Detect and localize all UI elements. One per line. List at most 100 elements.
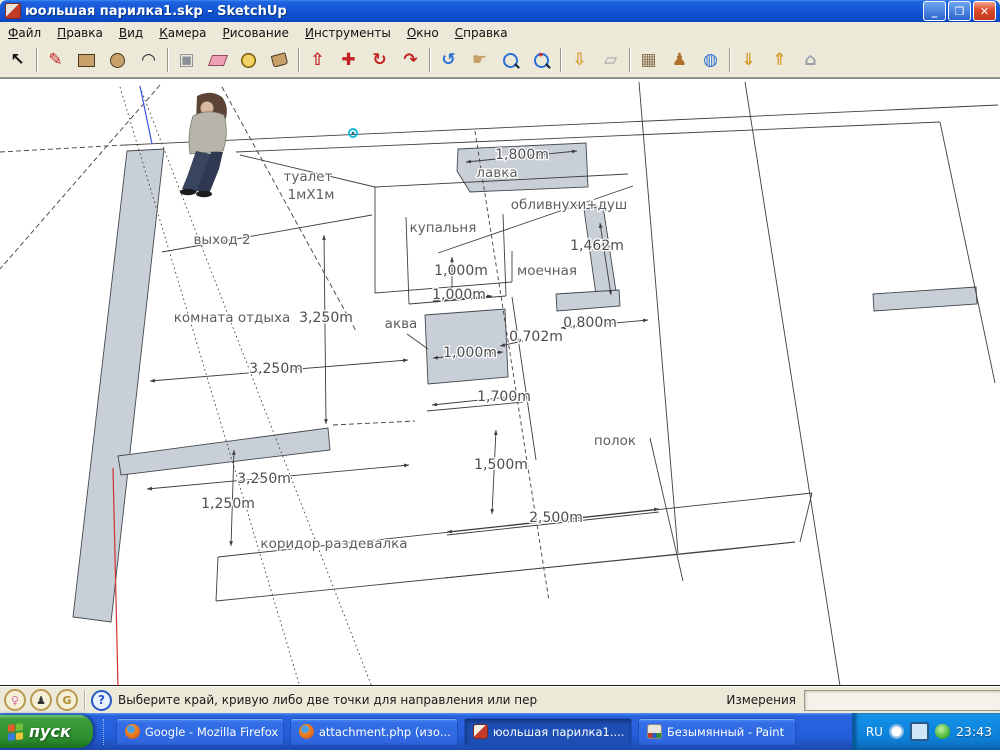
google-earth-icon: ◍	[703, 50, 718, 70]
windows-flag-icon	[8, 723, 24, 741]
follow-me-tool-button[interactable]: ↷	[395, 45, 426, 76]
toolbar-separator	[36, 48, 37, 72]
room-label: моечная	[517, 263, 577, 279]
restore-button[interactable]: ❐	[948, 1, 971, 21]
select-tool-button[interactable]: ↖	[2, 45, 33, 76]
attribution-figure-icon[interactable]: ♀	[4, 689, 26, 711]
dimension-label: 0,702m	[509, 329, 563, 345]
paint-bucket-tool-button[interactable]	[264, 45, 295, 76]
toolbar-separator	[560, 48, 561, 72]
tape-measure-icon	[241, 53, 256, 68]
add-location-tool-button[interactable]: ▦	[633, 45, 664, 76]
place-person-tool-button[interactable]: ♟	[664, 45, 695, 76]
rotate-icon: ↻	[372, 50, 386, 70]
share-model-tool-button[interactable]: ⇑	[764, 45, 795, 76]
help-icon[interactable]: ?	[91, 690, 112, 711]
zoom-tool-button[interactable]	[495, 45, 526, 76]
person-credit-icon[interactable]: ♟	[30, 689, 52, 711]
taskbar-clock: 23:43	[956, 724, 992, 739]
tape-measure-tool-button[interactable]	[233, 45, 264, 76]
arc-tool-button[interactable]: ◠	[133, 45, 164, 76]
pan-icon: ☛	[472, 50, 487, 70]
dimension-label: 1,000m	[443, 345, 497, 361]
toolbar-separator	[429, 48, 430, 72]
menu-item-инструменты[interactable]: Инструменты	[297, 23, 399, 43]
minimize-button[interactable]: _	[923, 1, 946, 21]
close-button[interactable]: ✕	[973, 1, 996, 21]
antivirus-tray-icon[interactable]	[935, 724, 950, 739]
dimension-label: 1,000m	[434, 263, 488, 279]
eraser-tool-button[interactable]	[202, 45, 233, 76]
menu-item-файл[interactable]: Файл	[0, 23, 49, 43]
select-icon: ↖	[10, 50, 24, 70]
zoom-extents-icon	[534, 53, 549, 68]
room-label: купальня	[410, 220, 477, 236]
google-logo-icon[interactable]: G	[56, 689, 78, 711]
dimension-label: 3,250m	[299, 310, 353, 326]
task-title: Безымянный - Paint	[667, 725, 784, 739]
toolbar: ↖ ✎ ◠ ▣ ⇧ ✚ ↻ ↷ ↺ ☛ ⇩▱ ▦ ♟ ◍ ⇓ ⇑⌂	[0, 43, 1000, 78]
start-button[interactable]: пуск	[0, 715, 93, 748]
menu-bar: ФайлПравкаВидКамераРисованиеИнструментыО…	[0, 22, 1000, 44]
window-title: юольшая парилка1.skp - SketchUp	[25, 4, 287, 19]
firefox-icon	[125, 724, 140, 739]
make-component-icon: ▣	[178, 50, 194, 70]
warehouse-house-tool-button[interactable]: ⌂	[795, 45, 826, 76]
drawing-canvas[interactable]: туалет1мХ1мвыход 2лавкаобливнухи+душкупа…	[0, 78, 1000, 686]
orbit-tool-button[interactable]: ↺	[433, 45, 464, 76]
google-earth-tool-button[interactable]: ◍	[695, 45, 726, 76]
zoom-extents-tool-button[interactable]	[526, 45, 557, 76]
menu-item-окно[interactable]: Окно	[399, 23, 447, 43]
room-label: выход 2	[193, 232, 250, 248]
room-label: лавка	[476, 165, 517, 181]
place-person-icon: ♟	[672, 50, 687, 70]
add-location-icon: ▦	[640, 50, 656, 70]
get-models-tool-button[interactable]: ⇓	[733, 45, 764, 76]
taskbar-task-paint[interactable]: Безымянный - Paint	[638, 718, 796, 746]
toolbar-separator	[298, 48, 299, 72]
toolbar-separator	[167, 48, 168, 72]
dimension-label: 1,000m	[432, 287, 486, 303]
quick-launch-separator	[103, 719, 110, 745]
circle-tool-button[interactable]	[102, 45, 133, 76]
dimension-label: 1,250m	[201, 496, 255, 512]
menu-item-вид[interactable]: Вид	[111, 23, 151, 43]
line-tool-button[interactable]: ✎	[40, 45, 71, 76]
taskbar: пуск Google - Mozilla Firefox attachment.…	[0, 713, 1000, 750]
status-hint-text: Выберите край, кривую либо две точки для…	[118, 693, 538, 707]
move-icon: ✚	[341, 50, 355, 70]
window-titlebar: юольшая парилка1.skp - SketchUp _ ❐ ✕	[0, 0, 1000, 22]
export-2d-tool-button[interactable]: ⇩	[564, 45, 595, 76]
statusbar-separator	[84, 690, 85, 710]
blue-axis	[140, 86, 152, 144]
status-bar: ♀♟G ? Выберите край, кривую либо две точ…	[0, 686, 1000, 713]
taskbar-task-firefox[interactable]: Google - Mozilla Firefox	[116, 718, 284, 746]
person-figure	[180, 93, 227, 197]
get-models-icon: ⇓	[741, 50, 755, 70]
language-bar-icon[interactable]	[889, 724, 904, 739]
make-component-tool-button[interactable]: ▣	[171, 45, 202, 76]
follow-me-icon: ↷	[403, 50, 417, 70]
sketchup-app-icon	[5, 3, 21, 19]
rotate-tool-button[interactable]: ↻	[364, 45, 395, 76]
section-plane-tool-button[interactable]: ▱	[595, 45, 626, 76]
zoom-icon	[503, 53, 518, 68]
measurements-input[interactable]	[804, 690, 1000, 711]
menu-item-правка[interactable]: Правка	[49, 23, 111, 43]
pan-tool-button[interactable]: ☛	[464, 45, 495, 76]
task-title: Google - Mozilla Firefox	[145, 725, 278, 739]
menu-item-камера[interactable]: Камера	[151, 23, 214, 43]
shower-wall-strip	[584, 206, 617, 302]
room-label: комната отдыха	[174, 310, 291, 326]
selected-point[interactable]	[349, 129, 357, 137]
taskbar-task-firefox[interactable]: attachment.php (изо...	[290, 718, 458, 746]
menu-item-справка[interactable]: Справка	[447, 23, 516, 43]
display-tray-icon[interactable]	[910, 722, 929, 741]
menu-item-рисование[interactable]: Рисование	[215, 23, 297, 43]
taskbar-task-sketchup[interactable]: юольшая парилка1....	[464, 718, 632, 746]
left-wall	[73, 149, 164, 622]
push-pull-tool-button[interactable]: ⇧	[302, 45, 333, 76]
move-tool-button[interactable]: ✚	[333, 45, 364, 76]
language-indicator[interactable]: RU	[866, 725, 883, 739]
rectangle-tool-button[interactable]	[71, 45, 102, 76]
